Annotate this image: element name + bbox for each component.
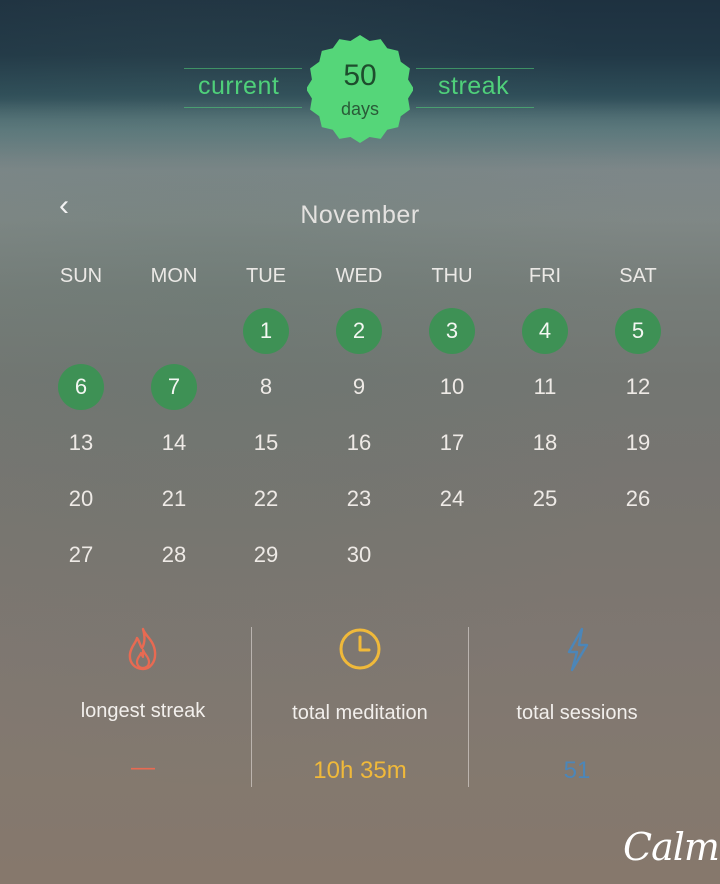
streak-count: 50 [343, 59, 377, 92]
divider-line [184, 68, 302, 69]
calendar-day[interactable]: 29 [243, 532, 289, 578]
month-title: November [300, 201, 420, 229]
calendar-day[interactable]: 28 [151, 532, 197, 578]
flame-icon [128, 627, 157, 671]
calendar-day[interactable]: 1 [243, 308, 289, 354]
weekday-label: SAT [619, 265, 657, 287]
calendar-day[interactable]: 6 [58, 364, 104, 410]
stat-label: total sessions [516, 702, 638, 724]
stat-label: total meditation [292, 702, 428, 724]
calendar-day[interactable]: 19 [615, 420, 661, 466]
divider-line [184, 107, 302, 108]
calendar-day[interactable]: 22 [243, 476, 289, 522]
calendar-day[interactable]: 10 [429, 364, 475, 410]
calendar-day[interactable]: 15 [243, 420, 289, 466]
calendar-day[interactable]: 21 [151, 476, 197, 522]
weekday-label: SUN [59, 265, 103, 287]
divider-line [416, 68, 534, 69]
divider-line [416, 107, 534, 108]
calendar-day[interactable]: 20 [58, 476, 104, 522]
calendar-day[interactable]: 7 [151, 364, 197, 410]
calm-logo: Calm [623, 825, 720, 869]
calendar-day[interactable]: 8 [243, 364, 289, 410]
weekday-label: TUE [246, 265, 286, 287]
calendar-day[interactable]: 17 [429, 420, 475, 466]
stat-label: longest streak [80, 700, 206, 722]
clock-icon [339, 628, 381, 670]
lightning-icon [567, 627, 589, 672]
stat-value: — [131, 754, 155, 781]
calendar-day[interactable]: 30 [336, 532, 382, 578]
calendar-day[interactable]: 13 [58, 420, 104, 466]
weekday-label: THU [431, 265, 473, 287]
calendar-day[interactable]: 5 [615, 308, 661, 354]
calendar-day[interactable]: 27 [58, 532, 104, 578]
calendar-day[interactable]: 2 [336, 308, 382, 354]
calendar-day[interactable]: 11 [522, 364, 568, 410]
streak-unit: days [340, 99, 380, 119]
calendar-day[interactable]: 26 [615, 476, 661, 522]
calendar-day[interactable]: 12 [615, 364, 661, 410]
calendar-day[interactable]: 23 [336, 476, 382, 522]
stat-value: 10h 35m [313, 757, 407, 784]
total-meditation-stat: total meditation 10h 35m [252, 620, 468, 790]
streak-badge: 50 days [307, 35, 413, 143]
current-streak-header: current streak 50 days [0, 0, 720, 150]
calendar-day[interactable]: 14 [151, 420, 197, 466]
weekday-label: WED [335, 265, 383, 287]
calendar-day[interactable]: 25 [522, 476, 568, 522]
calendar-day[interactable]: 18 [522, 420, 568, 466]
streak-right-label: streak [438, 72, 510, 100]
total-sessions-stat: total sessions 51 [469, 620, 685, 790]
streak-left-label: current [198, 72, 280, 100]
weekday-label: MON [150, 265, 198, 287]
calendar-day[interactable]: 9 [336, 364, 382, 410]
stat-value: 51 [563, 757, 591, 784]
calendar-day[interactable]: 24 [429, 476, 475, 522]
calendar-day[interactable]: 4 [522, 308, 568, 354]
calendar-day[interactable]: 16 [336, 420, 382, 466]
longest-streak-stat: longest streak — [35, 620, 251, 790]
calendar-day[interactable]: 3 [429, 308, 475, 354]
weekday-label: FRI [528, 265, 562, 287]
